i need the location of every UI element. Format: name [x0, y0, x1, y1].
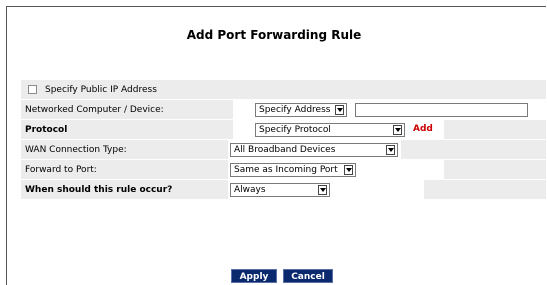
row-forward-to-port: Forward to Port: Same as Incoming Port: [21, 160, 546, 180]
protocol-cell: Specify Protocol Add: [233, 120, 444, 139]
chevron-down-icon: [344, 165, 353, 175]
specify-public-ip-checkbox[interactable]: [28, 85, 37, 94]
row-wan-connection-type: WAN Connection Type: All Broadband Devic…: [21, 140, 546, 160]
schedule-cell: Always: [228, 180, 424, 199]
wan-connection-type-select-value: All Broadband Devices: [234, 145, 336, 155]
apply-button[interactable]: Apply: [231, 269, 277, 283]
specify-public-ip-label: Specify Public IP Address: [45, 85, 157, 95]
networked-computer-cell: Specify Address: [233, 100, 546, 119]
networked-computer-label: Networked Computer / Device:: [25, 105, 164, 115]
chevron-down-icon: [386, 145, 395, 155]
port-forwarding-form: Specify Public IP Address Networked Comp…: [21, 80, 546, 200]
cancel-button[interactable]: Cancel: [283, 269, 333, 283]
row-networked-computer: Networked Computer / Device: Specify Add…: [21, 100, 546, 120]
add-protocol-link[interactable]: Add: [413, 124, 433, 134]
chevron-down-icon: [335, 105, 344, 115]
wan-connection-type-cell: All Broadband Devices: [228, 140, 401, 159]
forward-to-port-label: Forward to Port:: [25, 165, 97, 175]
wan-connection-type-label: WAN Connection Type:: [25, 145, 127, 155]
protocol-select[interactable]: Specify Protocol: [255, 123, 405, 137]
row-protocol: Protocol Specify Protocol Add: [21, 120, 546, 140]
wan-connection-type-select[interactable]: All Broadband Devices: [230, 143, 398, 157]
protocol-select-value: Specify Protocol: [259, 125, 331, 135]
networked-computer-select-value: Specify Address: [259, 105, 331, 115]
row-specify-public-ip: Specify Public IP Address: [21, 80, 546, 100]
schedule-select-value: Always: [234, 185, 266, 195]
chevron-down-icon: [318, 185, 327, 195]
page-title: Add Port Forwarding Rule: [186, 28, 362, 42]
schedule-label: When should this rule occur?: [25, 185, 173, 195]
schedule-select[interactable]: Always: [230, 183, 330, 197]
chevron-down-icon: [393, 125, 402, 135]
forward-to-port-select-value: Same as Incoming Port: [234, 165, 338, 175]
forward-to-port-cell: Same as Incoming Port: [228, 160, 444, 179]
protocol-label: Protocol: [25, 125, 68, 135]
forward-to-port-select[interactable]: Same as Incoming Port: [230, 163, 356, 177]
row-schedule: When should this rule occur? Always: [21, 180, 546, 200]
networked-computer-address-input[interactable]: [355, 103, 528, 117]
networked-computer-select[interactable]: Specify Address: [255, 103, 347, 117]
